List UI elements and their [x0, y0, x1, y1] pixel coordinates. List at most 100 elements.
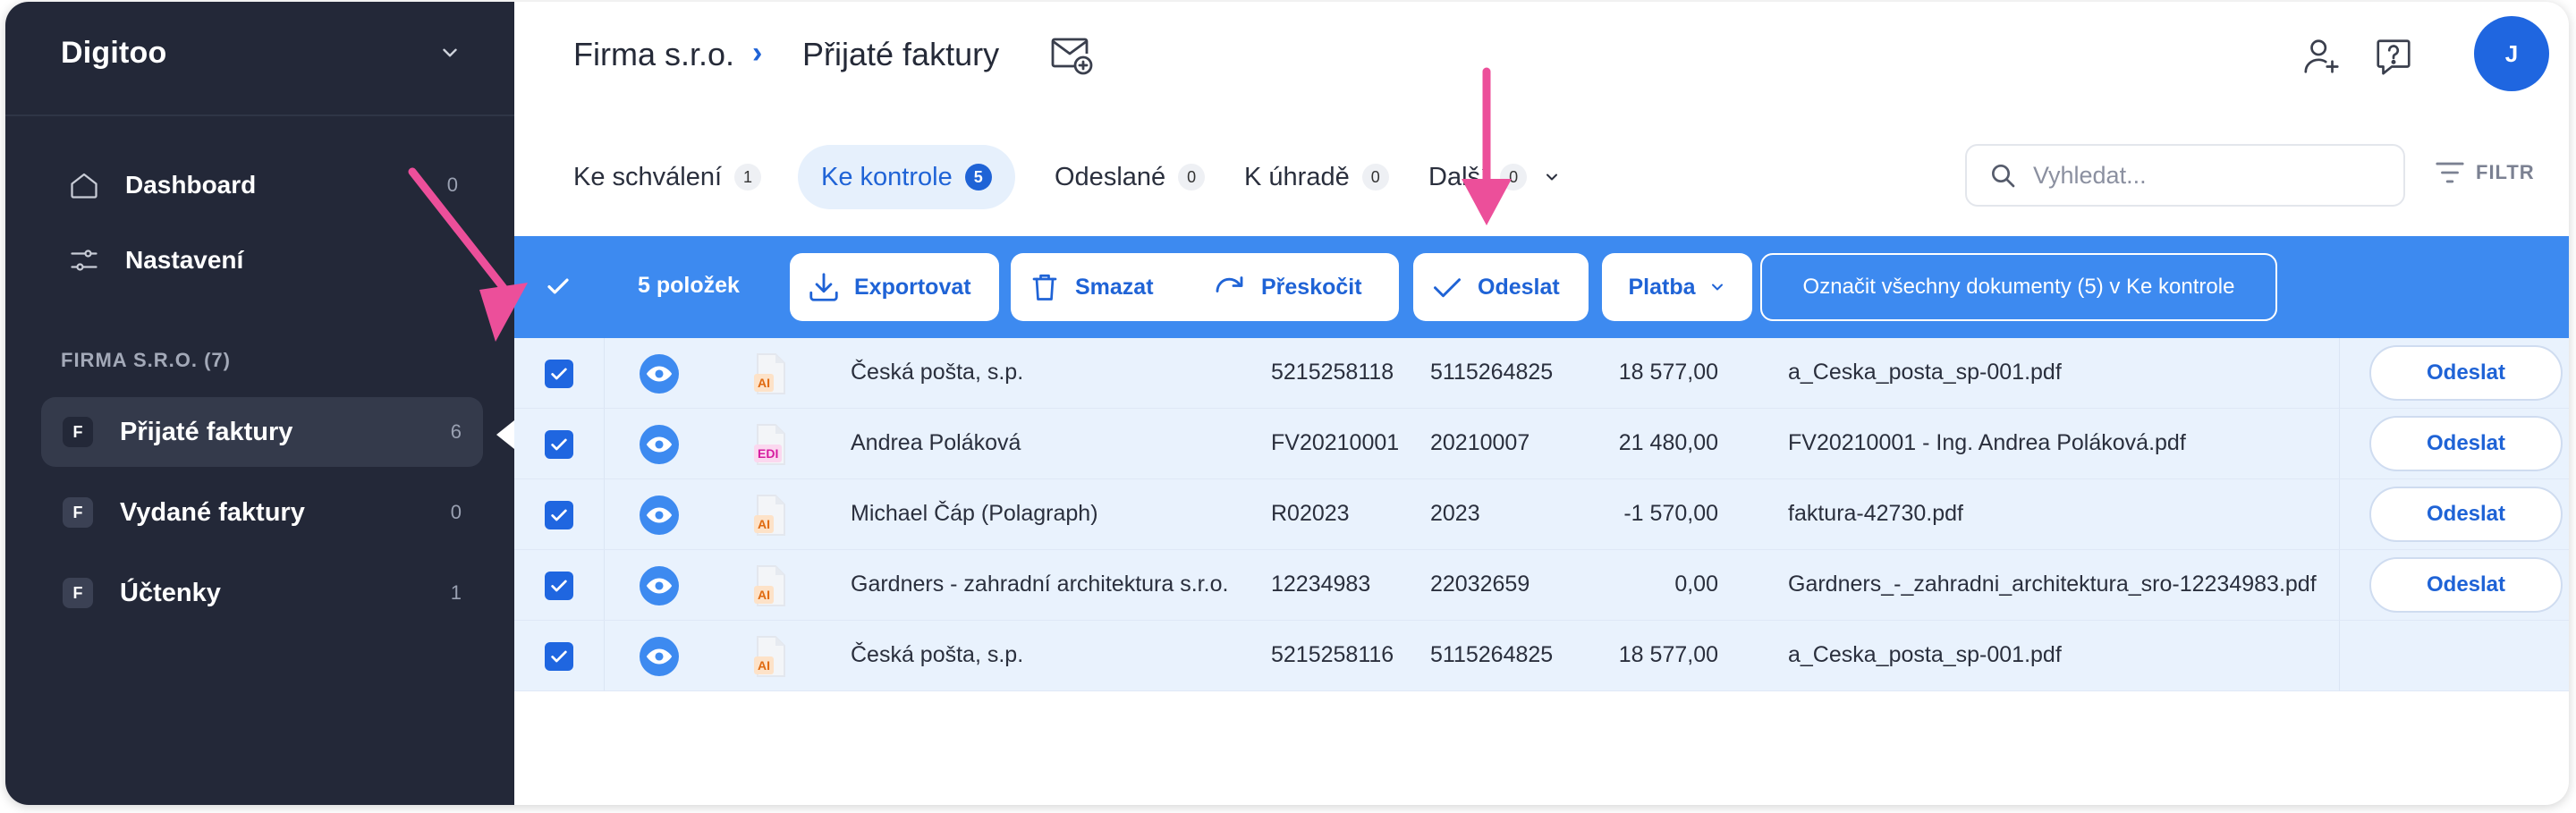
sidebar-item-count: 1	[450, 581, 462, 604]
row-send-button[interactable]: Odeslat	[2369, 557, 2563, 613]
tab-more[interactable]: Další 0	[1428, 145, 1561, 209]
help-icon[interactable]	[2373, 36, 2414, 77]
check-icon	[551, 438, 567, 451]
send-button[interactable]: Odeslat	[1413, 253, 1589, 321]
invoice-number-cell: 5215258118	[1271, 360, 1394, 385]
tab-control[interactable]: Ke kontrole 5	[798, 145, 1015, 209]
check-icon	[1429, 269, 1465, 305]
row-send-button[interactable]: Odeslat	[2369, 345, 2563, 401]
eye-icon[interactable]	[640, 425, 679, 464]
mark-all-documents-button[interactable]: Označit všechny dokumenty (5) v Ke kontr…	[1760, 253, 2277, 321]
sidebar-item-dashboard[interactable]: Dashboard 0	[47, 150, 483, 220]
amount-cell: -1 570,00	[1623, 501, 1718, 526]
row-checkbox[interactable]	[545, 501, 573, 529]
invoice-number-cell: 12234983	[1271, 572, 1371, 597]
export-button[interactable]: Exportovat	[790, 253, 999, 321]
tab-approval[interactable]: Ke schválení 1	[573, 145, 762, 209]
eye-icon[interactable]	[640, 495, 679, 535]
row-checkbox[interactable]	[545, 430, 573, 459]
source-badge: EDI	[754, 445, 783, 462]
sidebar-item-label: Vydané faktury	[120, 497, 305, 527]
sidebar-item-label: Dashboard	[125, 171, 257, 199]
bulk-action-bar: 5 položek Exportovat Smazat Přeskočit Od…	[514, 236, 2569, 338]
selected-count: 5 položek	[638, 273, 740, 298]
column-divider	[2339, 479, 2340, 549]
tab-to-pay[interactable]: K úhradě 0	[1244, 145, 1389, 209]
check-icon	[551, 509, 567, 521]
chevron-down-icon[interactable]	[438, 41, 462, 64]
column-divider	[604, 338, 605, 408]
eye-icon[interactable]	[640, 637, 679, 676]
breadcrumb-firm[interactable]: Firma s.r.o.	[573, 36, 734, 73]
select-all-check-icon[interactable]	[545, 273, 572, 300]
column-divider	[2339, 338, 2340, 408]
eye-icon[interactable]	[640, 354, 679, 394]
table-row[interactable]: AI Česká pošta, s.p. 5215258116 5115264825 1…	[514, 621, 2569, 691]
variable-symbol-cell: 2023	[1430, 501, 1480, 526]
file-name-cell[interactable]: a_Ceska_posta_sp-001.pdf	[1788, 642, 2062, 668]
sidebar-item-receipts[interactable]: F Účtenky 1	[41, 558, 483, 628]
sidebar-item-issued-invoices[interactable]: F Vydané faktury 0	[41, 478, 483, 547]
table-row[interactable]: EDI Andrea Poláková FV20210001 20210007 21 4…	[514, 409, 2569, 479]
tab-label: K úhradě	[1244, 162, 1350, 191]
tab-count: 0	[1361, 164, 1389, 191]
eye-icon[interactable]	[640, 566, 679, 606]
column-divider	[604, 550, 605, 620]
chevron-down-icon	[1546, 174, 1558, 181]
sidebar-item-label: Přijaté faktury	[120, 417, 293, 446]
amount-cell: 21 480,00	[1618, 430, 1718, 455]
skip-button[interactable]: Přeskočit	[1197, 253, 1399, 321]
supplier-cell: Gardners - zahradní architektura s.r.o.	[851, 572, 1229, 597]
trash-icon	[1027, 269, 1063, 305]
table-row[interactable]: AI Česká pošta, s.p. 5215258118 5115264825 1…	[514, 338, 2569, 409]
file-name-cell[interactable]: faktura-42730.pdf	[1788, 501, 1963, 527]
search-box[interactable]	[1965, 144, 2405, 207]
sidebar-item-received-invoices[interactable]: F Přijaté faktury 6	[41, 397, 483, 467]
amount-cell: 18 577,00	[1618, 360, 1718, 385]
search-input[interactable]	[2033, 161, 2373, 190]
row-checkbox[interactable]	[545, 360, 573, 388]
download-icon	[806, 269, 842, 305]
filter-button[interactable]: FILTR	[2435, 159, 2535, 186]
supplier-cell: Andrea Poláková	[851, 430, 1021, 455]
sidebar-item-label: Nastavení	[125, 246, 244, 274]
add-user-icon[interactable]	[2301, 36, 2343, 77]
source-badge: AI	[754, 374, 774, 392]
tab-count: 0	[1500, 164, 1528, 191]
filter-icon	[2436, 162, 2464, 183]
home-icon	[64, 165, 104, 205]
file-name-cell[interactable]: FV20210001 - Ing. Andrea Poláková.pdf	[1788, 430, 2186, 456]
source-badge: AI	[754, 515, 774, 533]
table-row[interactable]: AI Gardners - zahradní architektura s.r.o…	[514, 550, 2569, 621]
avatar[interactable]: J	[2474, 16, 2549, 91]
tab-label: Odeslané	[1055, 162, 1166, 191]
payment-dropdown[interactable]: Platba	[1602, 253, 1752, 321]
page-title: Přijaté faktury	[802, 36, 1000, 72]
tab-sent[interactable]: Odeslané 0	[1055, 145, 1206, 209]
sidebar: Digitoo Dashboard 0 Nastavení FIRMA S.R.…	[5, 2, 514, 805]
tab-label: Ke schválení	[573, 162, 723, 191]
invoice-number-cell: R02023	[1271, 501, 1350, 526]
search-icon	[1992, 165, 2015, 188]
firm-badge: F	[63, 417, 93, 447]
file-name-cell[interactable]: Gardners_-_zahradni_architektura_sro-122…	[1788, 572, 2317, 597]
sidebar-item-settings[interactable]: Nastavení	[47, 225, 483, 295]
tab-label: Další	[1428, 162, 1488, 191]
row-send-button[interactable]: Odeslat	[2369, 487, 2563, 542]
amount-cell: 0,00	[1674, 572, 1718, 597]
tab-count: 1	[734, 164, 762, 191]
row-checkbox[interactable]	[545, 572, 573, 600]
brand-name: Digitoo	[61, 36, 167, 70]
invoice-table: AI Česká pošta, s.p. 5215258118 5115264825 1…	[514, 338, 2569, 691]
row-send-button[interactable]: Odeslat	[2369, 416, 2563, 471]
table-row[interactable]: AI Michael Čáp (Polagraph) R02023 2023 -1 57…	[514, 479, 2569, 550]
file-name-cell[interactable]: a_Ceska_posta_sp-001.pdf	[1788, 360, 2062, 385]
firm-badge: F	[63, 578, 93, 608]
row-checkbox[interactable]	[545, 642, 573, 671]
column-divider	[2339, 409, 2340, 478]
variable-symbol-cell: 20210007	[1430, 430, 1530, 455]
check-icon	[551, 368, 567, 380]
mail-add-icon[interactable]	[1049, 34, 1096, 77]
delete-label: Smazat	[1075, 274, 1154, 300]
redo-icon	[1213, 269, 1249, 305]
